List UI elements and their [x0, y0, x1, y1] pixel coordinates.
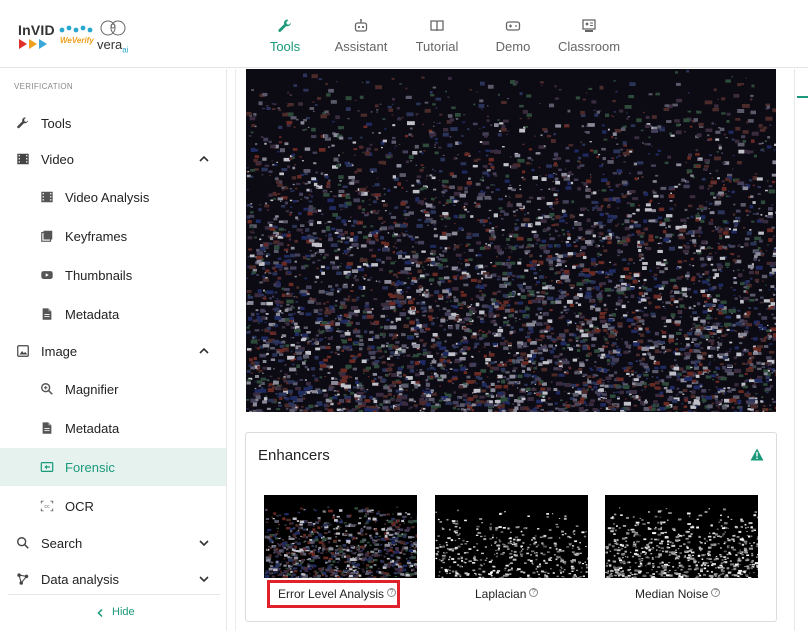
hide-sidebar-button[interactable]: Hide: [8, 594, 220, 630]
sidebar-item-image-metadata[interactable]: Metadata: [0, 410, 226, 446]
sidebar-item-label: Magnifier: [65, 382, 119, 397]
chevron-up-icon[interactable]: [198, 345, 210, 357]
sidebar-item-label: Search: [41, 536, 83, 551]
sidebar-item-keyframes[interactable]: Keyframes: [0, 218, 226, 254]
keyframes-icon: [41, 230, 53, 242]
warning-icon[interactable]: [750, 448, 764, 461]
classroom-icon: [582, 19, 596, 32]
image-icon: [17, 345, 29, 357]
app-logo[interactable]: InVID WeVerify veraai: [18, 19, 138, 55]
tab-indicator: [797, 96, 808, 98]
top-bar: InVID WeVerify veraai Tools Assistant Tu…: [0, 0, 808, 68]
sidebar-item-search[interactable]: Search: [0, 525, 226, 561]
logo-triangle-blue: [39, 39, 47, 49]
ela-thumbnail-image: [264, 506, 417, 578]
sidebar-item-label: Video: [41, 152, 75, 167]
nav-tools-label: Tools: [269, 39, 301, 54]
sidebar-item-video[interactable]: Video: [0, 141, 226, 177]
sidebar-item-data-analysis[interactable]: Data analysis: [0, 561, 226, 597]
weverify-logo: WeVerify: [59, 20, 95, 48]
gamepad-icon: [505, 21, 521, 31]
chevron-left-icon: [97, 608, 103, 618]
vera-logo: veraai: [96, 19, 136, 55]
enhancer-label-median-noise[interactable]: Median Noise?: [635, 587, 721, 601]
sidebar-item-label: Metadata: [65, 307, 120, 322]
main-nav: Tools Assistant Tutorial Demo Classroom: [247, 0, 627, 68]
chevron-up-icon[interactable]: [198, 153, 210, 165]
invid-logo-text: InVID: [18, 22, 55, 38]
sidebar-item-label: Tools: [41, 116, 72, 131]
search-icon: [17, 537, 29, 549]
film-strip-icon: [41, 191, 53, 203]
book-icon: [430, 20, 444, 32]
sidebar: VERIFICATION Tools Video Video Analysis …: [0, 69, 227, 631]
chevron-down-icon[interactable]: [198, 537, 210, 549]
wrench-icon: [278, 19, 291, 32]
sidebar-item-ocr[interactable]: cc OCR: [0, 488, 226, 524]
document-icon: [42, 422, 52, 434]
sidebar-item-magnifier[interactable]: Magnifier: [0, 371, 226, 407]
robot-icon: [354, 19, 368, 32]
sidebar-item-label: Video Analysis: [65, 190, 150, 205]
film-icon: [17, 153, 29, 165]
nav-demo-label: Demo: [495, 39, 531, 54]
sidebar-item-thumbnails[interactable]: Thumbnails: [0, 257, 226, 293]
sidebar-item-tools[interactable]: Tools: [0, 105, 226, 141]
nav-classroom-label: Classroom: [557, 39, 621, 54]
chevron-down-icon[interactable]: [198, 573, 210, 585]
enhancers-title: Enhancers: [258, 447, 330, 464]
nav-demo[interactable]: Demo: [475, 0, 551, 68]
vera-emblem-icon: [100, 20, 126, 36]
nav-tutorial[interactable]: Tutorial: [399, 0, 475, 68]
nav-tutorial-label: Tutorial: [415, 39, 459, 54]
enhancer-thumb-laplacian[interactable]: [435, 495, 588, 578]
nav-assistant-label: Assistant: [334, 39, 388, 54]
help-icon[interactable]: ?: [529, 588, 539, 597]
sidebar-item-video-analysis[interactable]: Video Analysis: [0, 179, 226, 215]
weverify-logo-text: WeVerify: [60, 36, 94, 45]
enhancer-thumb-ela[interactable]: [264, 495, 417, 578]
sidebar-item-video-metadata[interactable]: Metadata: [0, 296, 226, 332]
median-noise-thumbnail-image: [605, 507, 758, 578]
help-icon[interactable]: ?: [711, 588, 721, 597]
ela-result-canvas: [246, 69, 776, 412]
ocr-icon: cc: [40, 500, 54, 512]
sidebar-item-label: Metadata: [65, 421, 120, 436]
ela-result-image: [246, 69, 776, 412]
logo-triangle-orange: [29, 39, 37, 49]
nav-classroom[interactable]: Classroom: [551, 0, 627, 68]
nav-tools[interactable]: Tools: [247, 0, 323, 68]
laplacian-thumbnail-image: [435, 509, 588, 578]
document-icon: [42, 308, 52, 320]
magnifier-icon: [41, 383, 53, 395]
sidebar-section-title: VERIFICATION: [14, 82, 74, 91]
sidebar-item-label: Keyframes: [65, 229, 128, 244]
graph-icon: [17, 573, 29, 585]
vera-logo-text: veraai: [97, 37, 129, 55]
nav-assistant[interactable]: Assistant: [323, 0, 399, 68]
sidebar-item-label: Thumbnails: [65, 268, 133, 283]
logo-triangle-red: [19, 39, 27, 49]
enhancer-label-laplacian[interactable]: Laplacian?: [475, 587, 539, 601]
side-panel-edge: [794, 69, 808, 631]
hide-sidebar-label: Hide: [112, 606, 135, 618]
sidebar-item-label: Forensic: [65, 460, 115, 475]
sidebar-item-label: Data analysis: [41, 572, 120, 587]
sidebar-item-label: OCR: [65, 499, 94, 514]
svg-text:cc: cc: [44, 505, 50, 510]
wrench-icon: [17, 117, 29, 129]
sidebar-item-label: Image: [41, 344, 78, 359]
selected-enhancer-highlight: [267, 580, 400, 608]
enhancer-thumb-median-noise[interactable]: [605, 495, 758, 578]
forensic-icon: [40, 462, 54, 472]
tool-card-edge: [235, 69, 236, 631]
sidebar-item-forensic[interactable]: Forensic: [0, 448, 226, 486]
youtube-icon: [41, 271, 53, 279]
sidebar-item-image[interactable]: Image: [0, 333, 226, 369]
